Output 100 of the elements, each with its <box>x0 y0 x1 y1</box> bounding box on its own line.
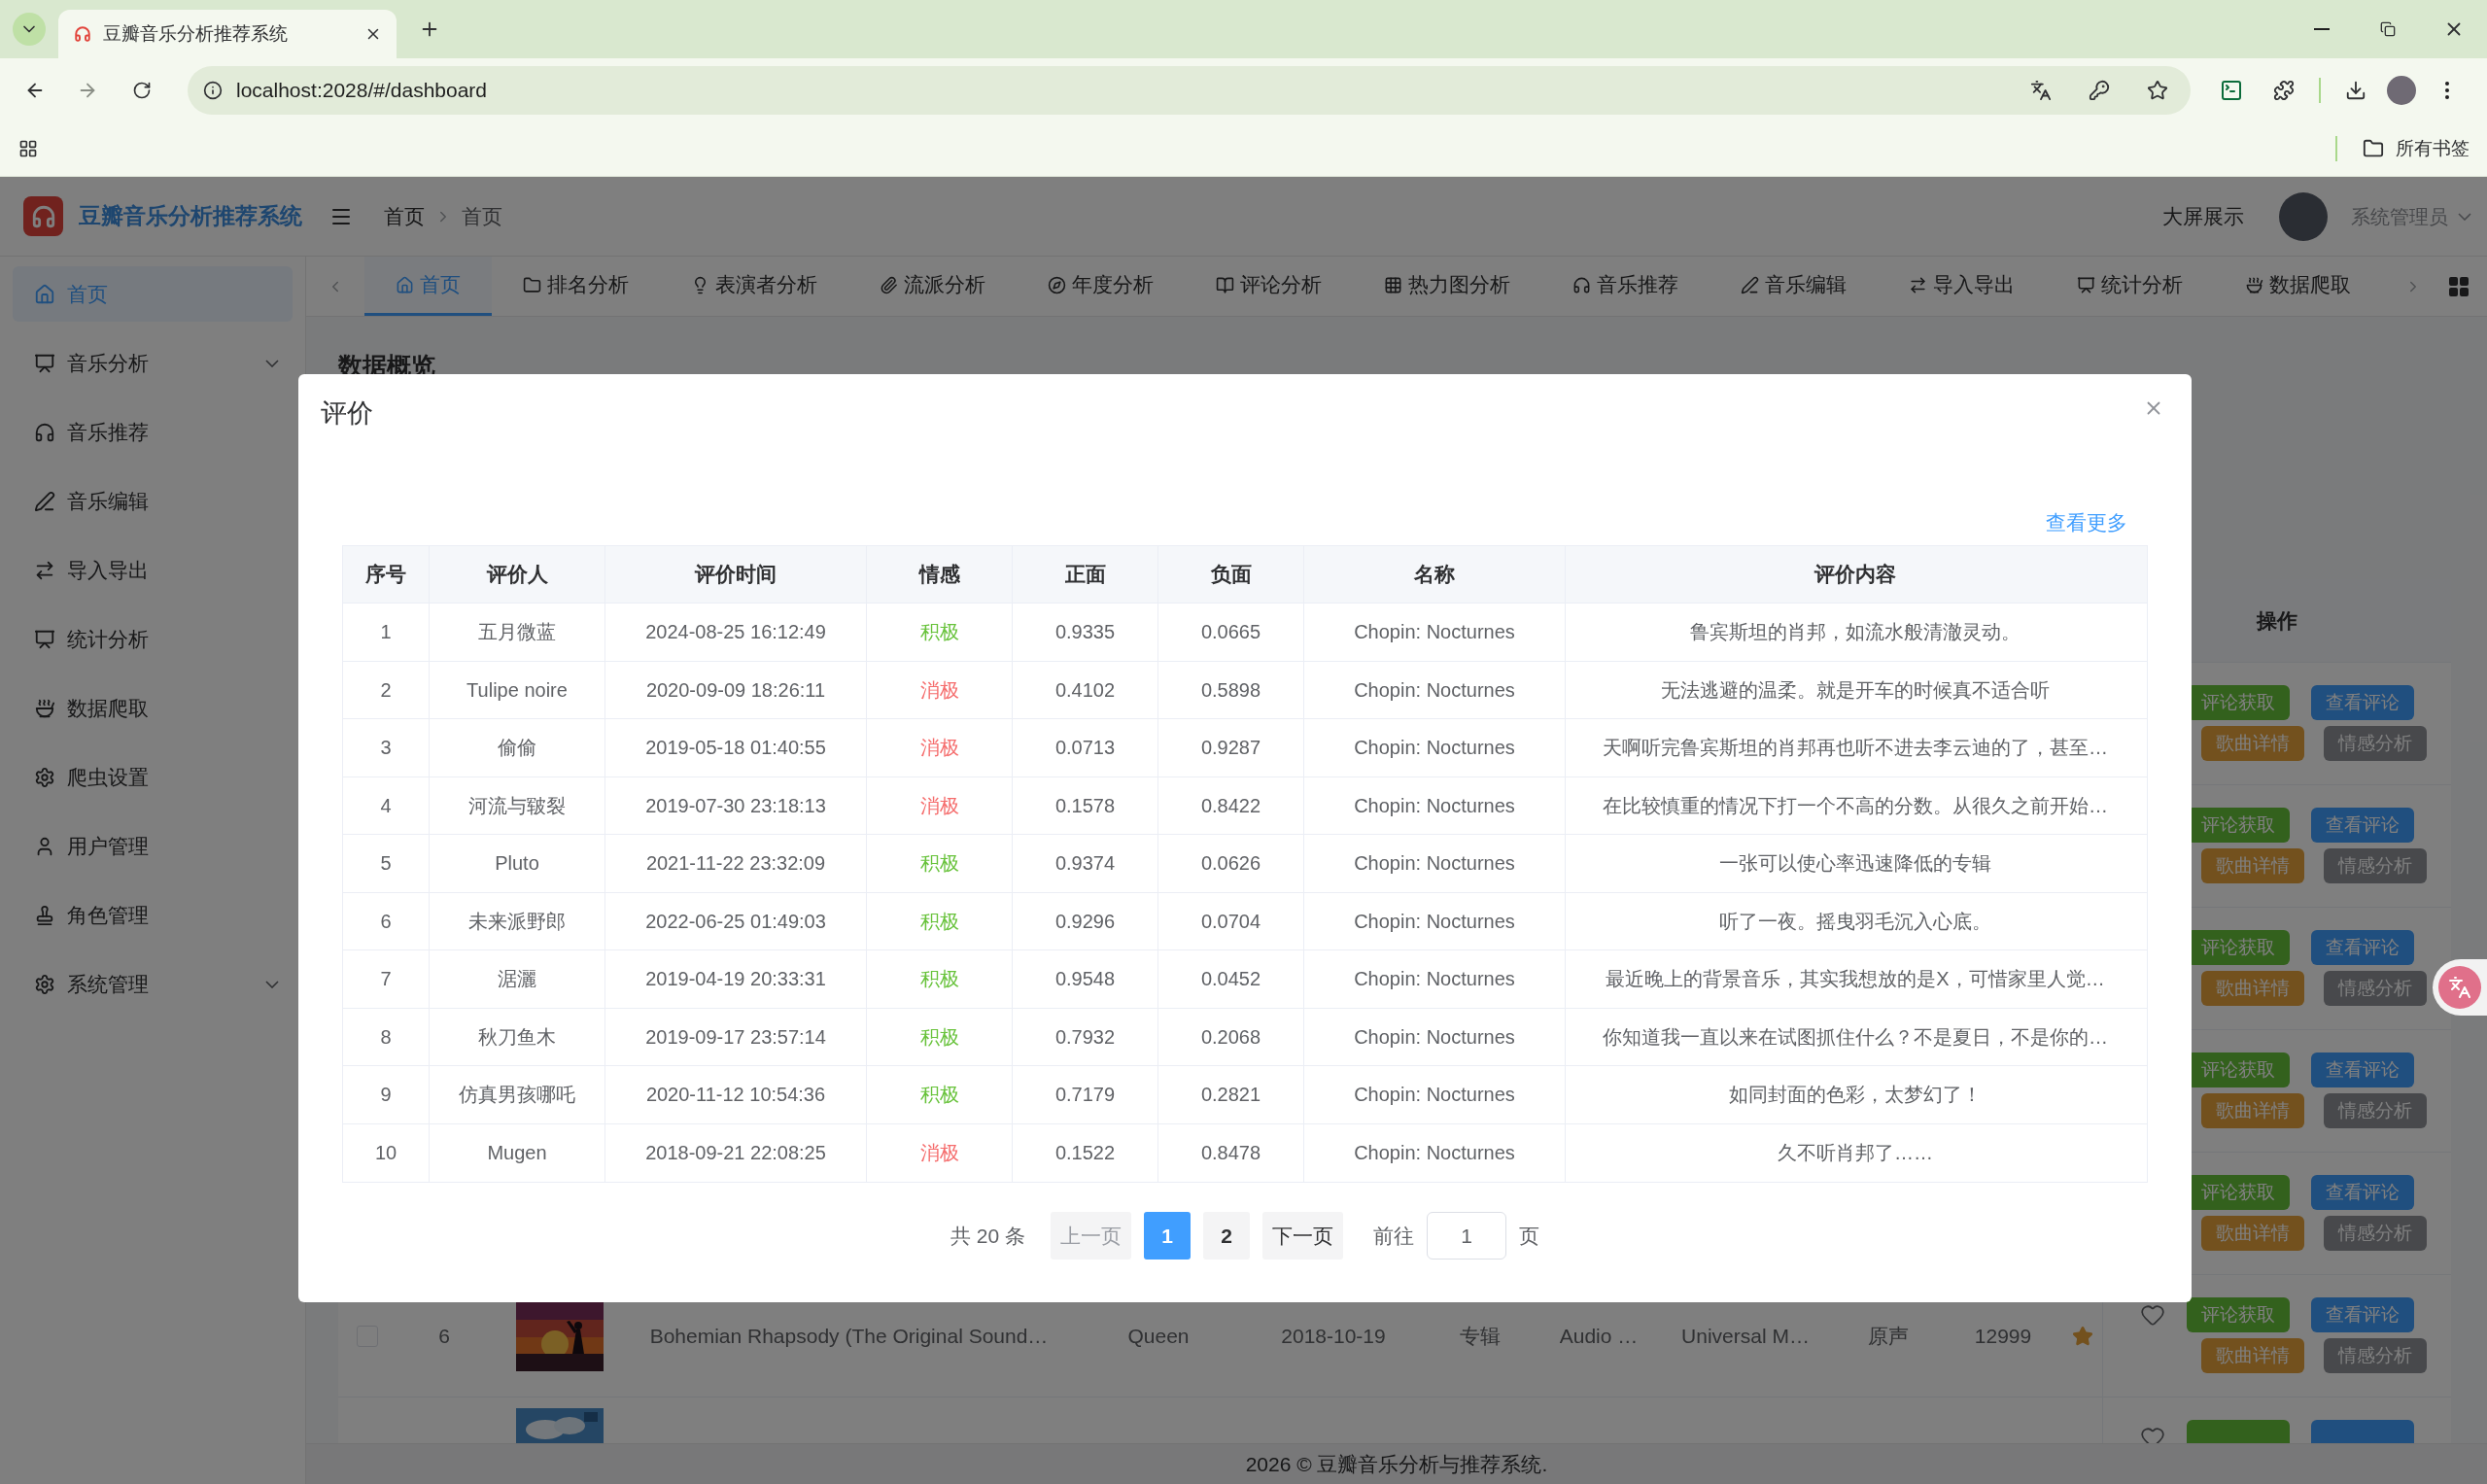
page-tab[interactable]: 统计分析 <box>2046 257 2214 316</box>
action-button[interactable]: 查看评论 <box>2311 930 2414 965</box>
sidebar-item[interactable]: 爬虫设置 <box>13 749 293 805</box>
grid-icon[interactable] <box>2447 274 2470 298</box>
action-button[interactable]: 查看评论 <box>2311 1053 2414 1087</box>
profile-avatar[interactable] <box>2387 75 2416 105</box>
page-tab[interactable]: 年度分析 <box>1017 257 1185 316</box>
total-count: 共 20 条 <box>950 1223 1025 1249</box>
page-input[interactable]: 1 <box>1427 1212 1506 1260</box>
table-cell-text: 0.9548 <box>1054 967 1116 992</box>
heart-icon[interactable] <box>2140 1302 2165 1328</box>
download-icon <box>2345 79 2366 101</box>
sidebar-label: 统计分析 <box>67 626 150 652</box>
translate-float-button[interactable] <box>2433 959 2487 1016</box>
sidebar-label: 用户管理 <box>67 833 150 859</box>
address-bar[interactable]: localhost:2028/#/dashboard <box>188 65 2191 115</box>
headphones-icon <box>1572 275 1591 294</box>
table-cell-text: 0.0626 <box>1200 851 1261 877</box>
sidebar-item[interactable]: 数据爬取 <box>13 680 293 736</box>
sidebar-item[interactable]: 音乐分析 <box>13 335 293 391</box>
page-tab[interactable]: 流派分析 <box>848 257 1017 316</box>
column-header: 评价时间 <box>604 546 866 603</box>
sidebar-item[interactable]: 系统管理 <box>13 956 293 1012</box>
page-button[interactable]: 2 <box>1203 1212 1250 1260</box>
table-cell-text: 0.2821 <box>1200 1083 1261 1108</box>
url-text: localhost:2028/#/dashboard <box>236 77 489 103</box>
table-cell-text: 0.7932 <box>1054 1024 1116 1050</box>
page-tab[interactable]: 音乐编辑 <box>1710 257 1878 316</box>
action-button[interactable]: 查看评论 <box>2311 1297 2414 1332</box>
table-cell-text: 最近晚上的背景音乐，其实我想放的是X，可惜家里人觉… <box>1606 967 2105 992</box>
sidebar-item[interactable]: 音乐推荐 <box>13 404 293 460</box>
sidebar-item[interactable]: 音乐编辑 <box>13 473 293 529</box>
sentiment-label: 积极 <box>919 1083 959 1108</box>
heart-icon[interactable] <box>2140 1425 2165 1443</box>
table-cell-text: 2018-09-21 22:08:25 <box>645 1141 826 1166</box>
sidebar-item[interactable]: 统计分析 <box>13 611 293 667</box>
user-avatar[interactable] <box>2279 191 2328 241</box>
sidebar-label: 音乐推荐 <box>67 419 150 445</box>
sentiment-label: 消极 <box>919 793 959 818</box>
action-button[interactable]: 歌曲详情 <box>2201 726 2304 761</box>
restore-icon <box>2380 21 2396 37</box>
translate-icon <box>2448 976 2471 999</box>
column-header: 负面 <box>1157 546 1303 603</box>
table-cell-text: 如同封面的色彩，太梦幻了！ <box>1729 1083 1982 1108</box>
sidebar-item[interactable]: 导入导出 <box>13 542 293 598</box>
page-tab[interactable]: 数据爬取 <box>2214 257 2382 316</box>
breadcrumb-item[interactable]: 首页 <box>384 200 425 232</box>
sentiment-label: 消极 <box>919 736 959 761</box>
page-tab[interactable]: 排名分析 <box>492 257 660 316</box>
table-cell-text: Queen <box>1127 1323 1190 1349</box>
table-cell-text: Chopin: Nocturnes <box>1354 793 1515 818</box>
table-cell-text: 2020-11-12 10:54:36 <box>645 1083 826 1108</box>
column-header: 评价内容 <box>1565 546 2145 603</box>
arrows-icon <box>1909 275 1927 294</box>
page-button[interactable]: 1 <box>1144 1212 1191 1260</box>
table-cell-text: 6 <box>380 909 392 934</box>
tab-label: 评论分析 <box>1240 272 1322 298</box>
tab-label: 导入导出 <box>1933 272 2015 298</box>
page-tab[interactable]: 首页 <box>364 257 492 316</box>
action-button[interactable]: 歌曲详情 <box>2201 1338 2304 1373</box>
grid-icon <box>18 139 38 158</box>
bookmarks-label[interactable]: 所有书签 <box>2396 134 2470 163</box>
action-button[interactable]: 歌曲详情 <box>2201 1093 2304 1128</box>
page-suffix: 页 <box>1519 1223 1539 1249</box>
next-page-button[interactable]: 下一页 <box>1262 1212 1343 1260</box>
sidebar-item[interactable]: 用户管理 <box>13 818 293 874</box>
action-button[interactable]: 查看评论 <box>2311 808 2414 843</box>
footer-text: 2026 © 豆瓣音乐分析与推荐系统. <box>1245 1451 1548 1477</box>
table-cell-text: 鲁宾斯坦的肖邦，如流水般清澈灵动。 <box>1690 620 2021 645</box>
table-cell-text: 未来派野郎 <box>468 909 566 934</box>
dialog-title: 评价 <box>321 397 373 430</box>
action-button[interactable]: 歌曲详情 <box>2201 1216 2304 1251</box>
info-icon[interactable] <box>203 80 223 100</box>
page-tab[interactable]: 热力图分析 <box>1353 257 1541 316</box>
page-tab[interactable]: 音乐推荐 <box>1541 257 1710 316</box>
fullscreen-link[interactable]: 大屏展示 <box>2162 200 2244 232</box>
sidebar-item[interactable]: 角色管理 <box>13 887 293 943</box>
paperclip-icon <box>880 275 898 294</box>
caret-icon <box>2458 212 2471 221</box>
table-cell-text: 6 <box>438 1323 450 1349</box>
grid-icon <box>1384 275 1402 294</box>
action-button[interactable]: 评论获取 <box>2187 1297 2290 1332</box>
action-button[interactable]: 歌曲详情 <box>2201 971 2304 1006</box>
translate-icon <box>2030 79 2052 101</box>
page-tab[interactable]: 导入导出 <box>1878 257 2046 316</box>
action-button[interactable]: 歌曲详情 <box>2201 848 2304 883</box>
sidebar-item[interactable]: 首页 <box>13 266 293 322</box>
browser-tab[interactable]: 豆瓣音乐分析推荐系统 <box>58 10 397 58</box>
action-button[interactable]: 查看评论 <box>2311 1175 2414 1210</box>
page-tab[interactable]: 表演者分析 <box>660 257 848 316</box>
table-cell-text: 2019-04-19 20:33:31 <box>645 967 826 992</box>
view-more-link[interactable]: 查看更多 <box>2046 507 2127 536</box>
page-tab[interactable]: 评论分析 <box>1185 257 1353 316</box>
action-button[interactable]: 查看评论 <box>2311 685 2414 720</box>
table-cell-text: 0.1522 <box>1054 1141 1116 1166</box>
breadcrumb-item[interactable]: 首页 <box>462 200 502 232</box>
table-cell-text: 8 <box>380 1024 392 1050</box>
pen-icon <box>1741 275 1759 294</box>
table-cell-text: 2020-09-09 18:26:11 <box>645 677 826 703</box>
table-cell-text: 涺灑 <box>498 967 536 992</box>
